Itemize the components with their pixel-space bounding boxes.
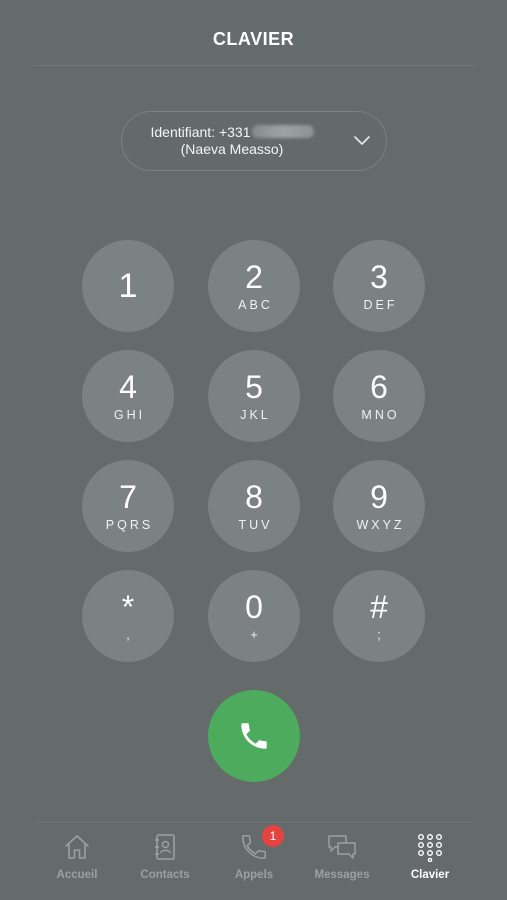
phone-icon [241,723,267,749]
key-7[interactable]: 7 PQRS [82,460,174,552]
key-letters: TUV [238,517,273,532]
key-letters: GHI [113,407,146,422]
key-1[interactable]: 1 [82,240,174,332]
keypad-grid-icon [414,831,446,863]
missed-calls-badge: 1 [262,825,284,847]
tab-label: Accueil [56,869,98,881]
caller-id-text: Identifiant: +331 (Naeva Measso) [122,124,342,158]
key-star[interactable]: * , [82,570,174,662]
key-digit: 8 [245,478,263,515]
key-letters: ; [377,627,384,642]
caller-id-number: Identifiant: +331 [150,124,251,140]
key-letters: ABC [238,297,273,312]
chat-bubbles-icon [326,831,358,863]
page-title: CLAVIER [212,28,295,49]
tab-clavier[interactable]: Clavier [386,831,474,891]
tab-label: Contacts [140,869,190,881]
key-digit: 6 [370,368,388,405]
key-digit: * [121,588,135,625]
key-digit: 5 [245,368,263,405]
header-divider [34,65,474,66]
home-icon [61,831,93,863]
key-9[interactable]: 9 WXYZ [333,460,425,552]
caller-id-name: (Naeva Measso) [180,141,284,157]
key-digit: 7 [119,478,137,515]
key-hash[interactable]: # ; [333,570,425,662]
key-digit: 2 [245,258,263,295]
key-letters: , [126,627,133,642]
chevron-down-icon [354,136,370,145]
redacted-number [251,125,314,138]
key-6[interactable]: 6 MNO [333,350,425,442]
tab-contacts[interactable]: Contacts [121,831,209,891]
key-0[interactable]: 0 + [208,570,300,662]
key-letters: WXYZ [356,517,405,532]
key-digit: # [370,588,388,625]
key-2[interactable]: 2 ABC [208,240,300,332]
key-digit: 1 [118,267,138,305]
key-8[interactable]: 8 TUV [208,460,300,552]
tab-accueil[interactable]: Accueil [33,831,121,891]
key-letters: MNO [361,407,400,422]
header: CLAVIER [0,0,507,66]
tab-appels[interactable]: 1 Appels [210,825,298,891]
key-letters: JKL [240,407,271,422]
contacts-book-icon [149,831,181,863]
key-letters: PQRS [105,517,154,532]
tab-label: Appels [234,869,274,881]
tab-label: Messages [314,869,370,881]
key-digit: 9 [370,478,388,515]
key-4[interactable]: 4 GHI [82,350,174,442]
tab-bar: Accueil Contacts 1 Appels Messages Clavi… [0,823,507,900]
call-button[interactable] [208,690,300,782]
key-5[interactable]: 5 JKL [208,350,300,442]
key-3[interactable]: 3 DEF [333,240,425,332]
key-digit: 4 [119,368,137,405]
tab-label: Clavier [410,869,450,881]
phone-outline-icon: 1 [238,825,284,863]
key-letters: + [250,627,261,642]
tab-messages[interactable]: Messages [298,831,386,891]
key-digit: 0 [245,588,263,625]
key-digit: 3 [370,258,388,295]
key-letters: DEF [363,297,398,312]
caller-id-selector[interactable]: Identifiant: +331 (Naeva Measso) [121,111,387,171]
